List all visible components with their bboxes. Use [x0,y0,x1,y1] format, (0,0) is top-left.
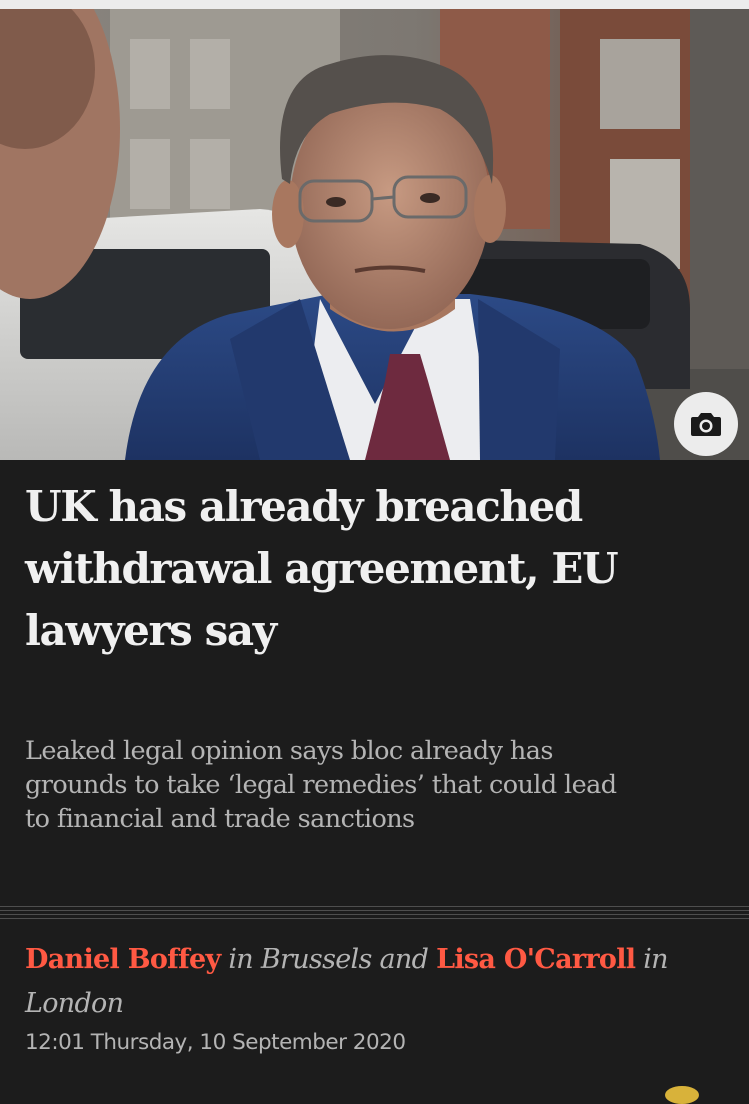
byline-in: in [643,944,668,975]
hero-photo [0,9,749,460]
hero-image [0,9,749,460]
author-link-lisa-ocarroll[interactable]: Lisa O'Carroll [436,944,636,975]
byline: Daniel Boffey in Brussels and Lisa O'Car… [25,938,725,1026]
divider [0,906,749,922]
author-link-daniel-boffey[interactable]: Daniel Boffey [25,944,221,975]
status-strip [0,0,749,9]
standfirst: Leaked legal opinion says bloc already h… [25,736,617,834]
byline-location-london: London [25,988,124,1019]
camera-button[interactable] [674,392,738,456]
byline-in: in [228,944,253,975]
byline-location-brussels: Brussels [260,944,372,975]
publish-timestamp: 12:01 Thursday, 10 September 2020 [25,1030,406,1055]
article: UK has already breached withdrawal agree… [0,460,749,1104]
floating-action-peek [665,1086,699,1104]
byline-and: and [379,944,429,975]
camera-icon [691,413,721,436]
headline: UK has already breached withdrawal agree… [25,482,619,655]
